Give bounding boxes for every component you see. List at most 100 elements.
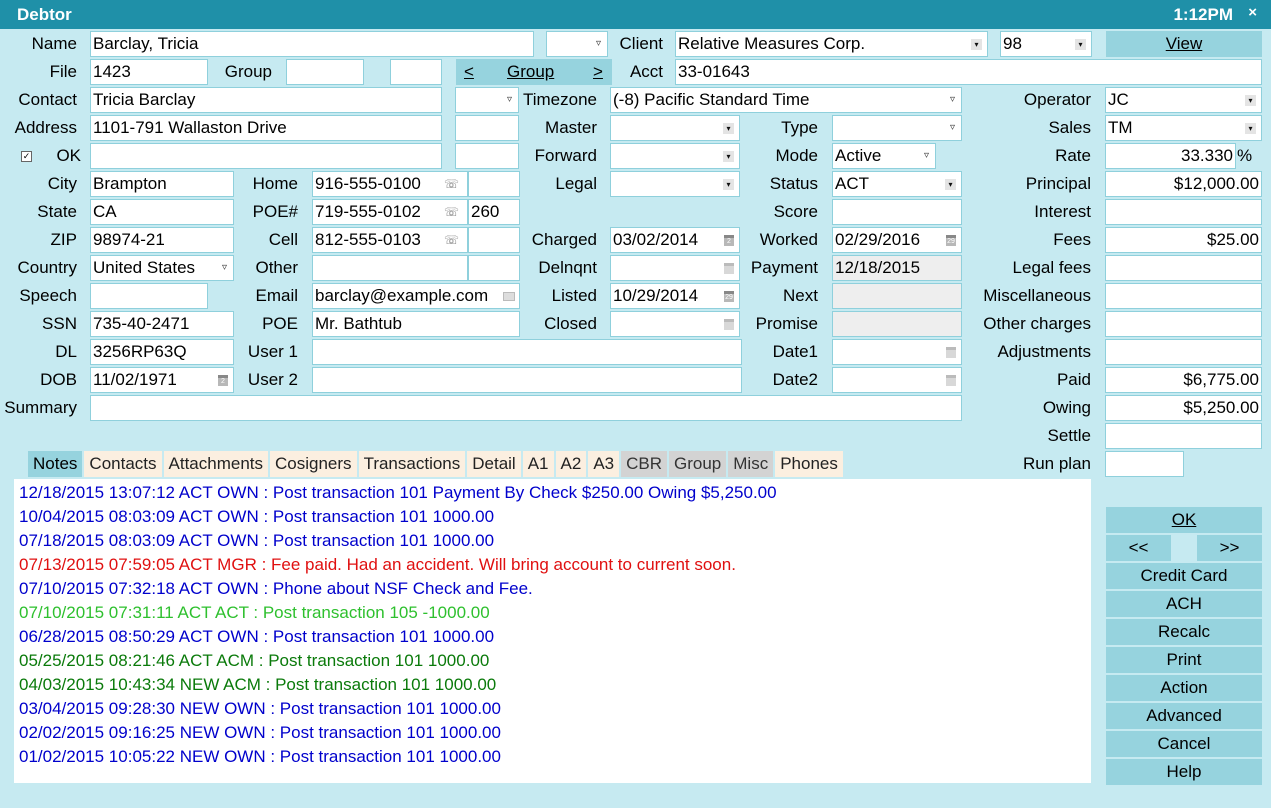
run-plan-field[interactable] (1105, 451, 1184, 477)
address2-extra-field[interactable] (455, 143, 519, 169)
paid-field[interactable]: $6,775.00 (1105, 367, 1262, 393)
score-field[interactable] (832, 199, 962, 225)
file-field[interactable]: 1423 (90, 59, 208, 85)
tab-detail[interactable]: Detail (467, 451, 521, 477)
mail-icon[interactable] (503, 292, 515, 301)
owing-field[interactable]: $5,250.00 (1105, 395, 1262, 421)
group-next-button[interactable]: > (593, 59, 603, 85)
tab-group[interactable]: Group (669, 451, 727, 477)
master-select[interactable]: ▾ (610, 115, 740, 141)
group-prev-button[interactable]: < (464, 59, 474, 85)
sales-select[interactable]: TM ▾ (1105, 115, 1262, 141)
note-item[interactable]: 04/03/2015 10:43:34 NEW ACM : Post trans… (19, 673, 1091, 697)
tab-attachments[interactable]: Attachments (163, 451, 269, 477)
client-code-select[interactable]: 98 ▾ (1000, 31, 1092, 57)
ok-button[interactable]: OK (1106, 507, 1262, 533)
listed-date-field[interactable]: 10/29/2014 29 (610, 283, 740, 309)
status-select[interactable]: ACT ▾ (832, 171, 962, 197)
home-phone-field[interactable]: 916-555-0100 ☏ (312, 171, 468, 197)
other-phone-field[interactable] (312, 255, 468, 281)
dob-field[interactable]: 11/02/1971 2 (90, 367, 234, 393)
note-item[interactable]: 12/18/2015 13:07:12 ACT OWN : Post trans… (19, 481, 1091, 505)
acct-field[interactable]: 33-01643 (675, 59, 1262, 85)
legal-fees-field[interactable] (1105, 255, 1262, 281)
summary-field[interactable] (90, 395, 962, 421)
date2-field[interactable] (832, 367, 962, 393)
note-item[interactable]: 01/02/2015 10:05:22 NEW OWN : Post trans… (19, 745, 1091, 769)
operator-select[interactable]: JC ▾ (1105, 87, 1262, 113)
worked-date-field[interactable]: 02/29/2016 29 (832, 227, 962, 253)
interest-field[interactable] (1105, 199, 1262, 225)
tab-a2[interactable]: A2 (555, 451, 587, 477)
name-suffix-select[interactable]: ▿ (546, 31, 608, 57)
phone-icon[interactable]: ☏ (444, 200, 459, 224)
note-item[interactable]: 10/04/2015 08:03:09 ACT OWN : Post trans… (19, 505, 1091, 529)
cancel-button[interactable]: Cancel (1106, 731, 1262, 757)
legal-select[interactable]: ▾ (610, 171, 740, 197)
city-field[interactable]: Brampton (90, 171, 234, 197)
calendar-icon[interactable]: 2 (724, 235, 734, 246)
settle-field[interactable] (1105, 423, 1262, 449)
adjustments-field[interactable] (1105, 339, 1262, 365)
group-field[interactable] (286, 59, 364, 85)
country-select[interactable]: United States ▿ (90, 255, 234, 281)
note-item[interactable]: 06/28/2015 08:50:29 ACT OWN : Post trans… (19, 625, 1091, 649)
user2-field[interactable] (312, 367, 742, 393)
zip-field[interactable]: 98974-21 (90, 227, 234, 253)
other-ext-field[interactable] (468, 255, 520, 281)
address-field[interactable]: 1101-791 Wallaston Drive (90, 115, 442, 141)
note-item[interactable]: 07/13/2015 07:59:05 ACT MGR : Fee paid. … (19, 553, 1091, 577)
note-item[interactable]: 02/02/2015 09:16:25 NEW OWN : Post trans… (19, 721, 1091, 745)
calendar-icon[interactable] (724, 319, 734, 330)
fees-field[interactable]: $25.00 (1105, 227, 1262, 253)
calendar-icon[interactable]: 29 (946, 235, 956, 246)
principal-field[interactable]: $12,000.00 (1105, 171, 1262, 197)
type-select[interactable]: ▿ (832, 115, 962, 141)
closed-date-field[interactable] (610, 311, 740, 337)
name-field[interactable]: Barclay, Tricia (90, 31, 534, 57)
timezone-select[interactable]: (-8) Pacific Standard Time ▿ (610, 87, 962, 113)
contact-field[interactable]: Tricia Barclay (90, 87, 442, 113)
rate-field[interactable]: 33.330 (1105, 143, 1236, 169)
address-extra-field[interactable] (455, 115, 519, 141)
note-item[interactable]: 03/04/2015 09:28:30 NEW OWN : Post trans… (19, 697, 1091, 721)
tab-a1[interactable]: A1 (522, 451, 554, 477)
email-field[interactable]: barclay@example.com (312, 283, 520, 309)
tab-contacts[interactable]: Contacts (84, 451, 162, 477)
note-item[interactable]: 07/18/2015 08:03:09 ACT OWN : Post trans… (19, 529, 1091, 553)
delnqnt-date-field[interactable] (610, 255, 740, 281)
calendar-icon[interactable]: 2 (218, 375, 228, 386)
notes-list[interactable]: 12/18/2015 13:07:12 ACT OWN : Post trans… (14, 479, 1091, 783)
action-button[interactable]: Action (1106, 675, 1262, 701)
ssn-field[interactable]: 735-40-2471 (90, 311, 234, 337)
speech-field[interactable] (90, 283, 208, 309)
group-field-2[interactable] (390, 59, 442, 85)
group-button[interactable]: Group (507, 59, 554, 85)
miscellaneous-field[interactable] (1105, 283, 1262, 309)
cell-ext-field[interactable] (468, 227, 520, 253)
next-record-button[interactable]: >> (1197, 535, 1262, 561)
date1-field[interactable] (832, 339, 962, 365)
dl-field[interactable]: 3256RP63Q (90, 339, 234, 365)
calendar-icon[interactable] (946, 375, 956, 386)
note-item[interactable]: 07/10/2015 07:32:18 ACT OWN : Phone abou… (19, 577, 1091, 601)
other-charges-field[interactable] (1105, 311, 1262, 337)
tab-notes[interactable]: Notes (28, 451, 83, 477)
calendar-icon[interactable] (946, 347, 956, 358)
ok-checkbox[interactable]: ✓ (21, 151, 32, 162)
phone-icon[interactable]: ☏ (444, 228, 459, 252)
client-select[interactable]: Relative Measures Corp. ▾ (675, 31, 988, 57)
credit-card-button[interactable]: Credit Card (1106, 563, 1262, 589)
phone-icon[interactable]: ☏ (444, 172, 459, 196)
close-icon[interactable]: × (1248, 4, 1257, 21)
state-field[interactable]: CA (90, 199, 234, 225)
poe-ext-field[interactable]: 260 (468, 199, 520, 225)
tab-a3[interactable]: A3 (588, 451, 620, 477)
cell-phone-field[interactable]: 812-555-0103 ☏ (312, 227, 468, 253)
poe-field[interactable]: Mr. Bathtub (312, 311, 520, 337)
note-item[interactable]: 05/25/2015 08:21:46 ACT ACM : Post trans… (19, 649, 1091, 673)
help-button[interactable]: Help (1106, 759, 1262, 785)
note-item[interactable]: 07/10/2015 07:31:11 ACT ACT : Post trans… (19, 601, 1091, 625)
ach-button[interactable]: ACH (1106, 591, 1262, 617)
calendar-icon[interactable]: 29 (724, 291, 734, 302)
